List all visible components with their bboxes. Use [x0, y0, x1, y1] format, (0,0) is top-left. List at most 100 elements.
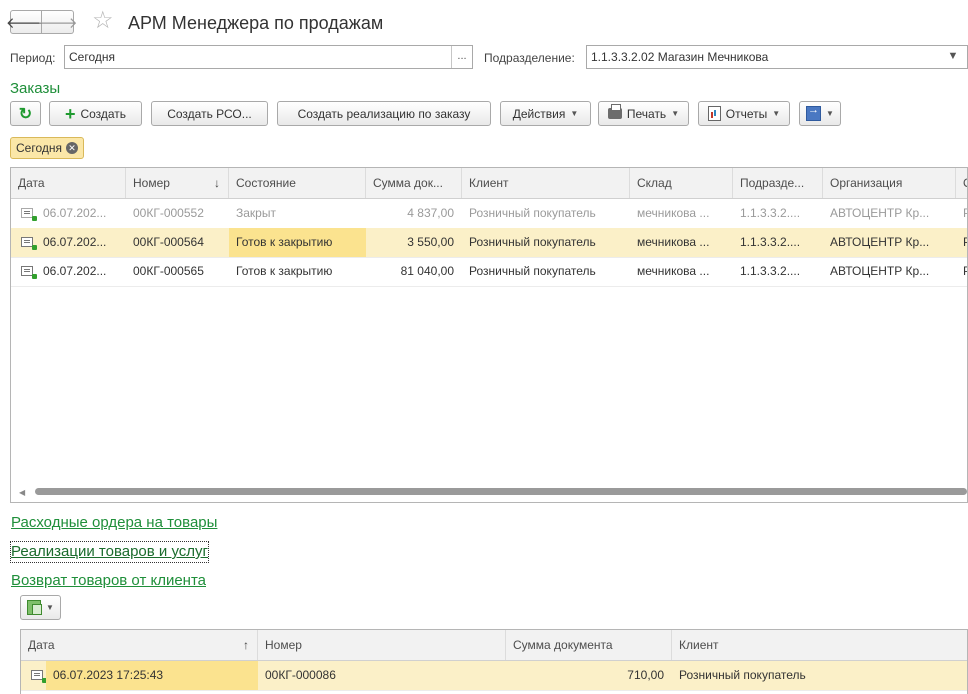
column-header-division[interactable]: Подразде...	[733, 168, 823, 198]
cell-more: Р	[956, 257, 967, 286]
column-header-number[interactable]: Номер ↓	[126, 168, 229, 198]
actions-button[interactable]: Действия ▼	[500, 101, 591, 126]
returns-table[interactable]: Дата ↑ Номер Сумма документа Клиент 06.07…	[20, 629, 968, 694]
cell-state: Готов к закрытию	[229, 228, 366, 257]
column-header-number-label: Номер	[133, 176, 170, 190]
filter-chip-today[interactable]: Сегодня ✕	[10, 137, 84, 159]
horizontal-scrollbar[interactable]	[35, 488, 967, 495]
column-header-organization[interactable]: Организация	[823, 168, 956, 198]
orders-table-header: Дата Номер ↓ Состояние Сумма док... Клиен…	[11, 168, 967, 199]
create-sale-button[interactable]: Создать реализацию по заказу	[277, 101, 491, 126]
arrow-right-icon: 🡒	[37, 14, 78, 32]
create-button[interactable]: + Создать	[49, 101, 142, 126]
table-row[interactable]: 06.07.202... 00КГ-000552 Закрыт 4 837,00…	[11, 199, 967, 229]
cell-more: Р	[956, 199, 967, 228]
refresh-button[interactable]: ↻	[10, 101, 41, 126]
cell-organization: АВТОЦЕНТР Кр...	[830, 264, 930, 278]
division-value: 1.1.3.3.2.02 Магазин Мечникова	[591, 50, 769, 64]
column-header-client[interactable]: Клиент	[462, 168, 630, 198]
column-header-number[interactable]: Номер	[258, 630, 506, 660]
document-icon	[31, 670, 47, 683]
chevron-down-icon: ▼	[570, 109, 579, 118]
actions-label: Действия	[512, 106, 566, 121]
create-rso-label: Создать РСО...	[167, 106, 252, 121]
print-label: Печать	[626, 106, 667, 121]
cell-client: Розничный покупатель	[469, 235, 596, 249]
reports-label: Отчеты	[725, 106, 768, 121]
chevron-down-icon[interactable]: ▼	[943, 46, 963, 68]
refresh-icon: ↻	[18, 105, 33, 123]
column-header-warehouse[interactable]: Склад	[630, 168, 733, 198]
document-icon	[21, 237, 37, 250]
column-header-date[interactable]: Дата ↑	[21, 630, 258, 660]
scroll-left-icon[interactable]: ◀	[19, 488, 25, 497]
division-label: Подразделение:	[484, 51, 575, 65]
create-rso-button[interactable]: Создать РСО...	[151, 101, 268, 126]
chevron-down-icon: ▼	[772, 109, 781, 118]
forward-button[interactable]: 🡒	[37, 10, 78, 34]
report-icon	[707, 106, 721, 121]
cell-organization: АВТОЦЕНТР Кр...	[830, 206, 930, 220]
document-icon	[21, 266, 37, 279]
column-header-more[interactable]: О	[956, 168, 967, 198]
outgoing-orders-link[interactable]: Расходные ордера на товары	[11, 513, 217, 533]
cell-amount: 3 550,00	[407, 235, 454, 249]
document-copy-icon	[27, 600, 43, 615]
plus-icon: +	[64, 103, 76, 124]
sort-up-icon: ↑	[243, 638, 249, 652]
table-row[interactable]: 06.07.202... 00КГ-000565 Готов к закрыти…	[11, 257, 967, 287]
close-icon[interactable]: ✕	[66, 142, 78, 154]
cell-state: Готов к закрытию	[236, 264, 333, 278]
print-button[interactable]: Печать ▼	[598, 101, 689, 126]
cell-date: 06.07.202...	[43, 235, 107, 249]
reports-button[interactable]: Отчеты ▼	[698, 101, 790, 126]
cell-number: 00КГ-000565	[133, 264, 204, 278]
table-row[interactable]: 06.07.2023 17:25:43 00КГ-000086 710,00 Р…	[21, 661, 967, 691]
sort-down-icon: ↓	[214, 176, 220, 190]
export-button[interactable]: ▼	[799, 101, 841, 126]
create-label: Создать	[80, 106, 127, 121]
cell-number: 00КГ-000552	[133, 206, 204, 220]
returns-link[interactable]: Возврат товаров от клиента	[11, 571, 206, 591]
filter-chip-label: Сегодня	[16, 141, 62, 155]
period-select-button[interactable]: ...	[451, 46, 472, 68]
orders-table[interactable]: Дата Номер ↓ Состояние Сумма док... Клиен…	[10, 167, 968, 503]
column-header-state[interactable]: Состояние	[229, 168, 366, 198]
cell-client: Розничный покупатель	[469, 264, 596, 278]
cell-number: 00КГ-000564	[133, 235, 204, 249]
cell-date: 06.07.2023 17:25:43	[46, 661, 258, 690]
division-field[interactable]: 1.1.3.3.2.02 Магазин Мечникова ▼	[586, 45, 968, 69]
chevron-down-icon: ▼	[826, 109, 834, 118]
period-label: Период:	[10, 51, 56, 65]
cell-warehouse: мечникова ...	[637, 235, 710, 249]
cell-date: 06.07.202...	[43, 206, 107, 220]
returns-table-header: Дата ↑ Номер Сумма документа Клиент	[21, 630, 967, 661]
column-header-date[interactable]: Дата	[11, 168, 126, 198]
column-header-amount[interactable]: Сумма документа	[506, 630, 672, 660]
cell-amount: 4 837,00	[407, 206, 454, 220]
export-icon	[806, 104, 822, 121]
cell-warehouse: мечникова ...	[637, 264, 710, 278]
column-header-client[interactable]: Клиент	[672, 630, 967, 660]
cell-state: Закрыт	[236, 206, 276, 220]
chevron-down-icon: ▼	[671, 109, 680, 118]
star-icon[interactable]: ☆	[92, 7, 114, 35]
cell-client: Розничный покупатель	[469, 206, 596, 220]
table-row[interactable]: 06.07.202... 00КГ-000564 Готов к закрыти…	[11, 228, 967, 258]
cell-more: Р	[956, 228, 967, 257]
cell-amount: 710,00	[627, 668, 664, 682]
returns-export-button[interactable]: ▼	[20, 595, 61, 620]
period-field[interactable]: Сегодня ...	[64, 45, 473, 69]
create-sale-label: Создать реализацию по заказу	[297, 106, 471, 121]
sales-link[interactable]: Реализации товаров и услуг	[9, 541, 210, 563]
cell-division: 1.1.3.3.2....	[740, 206, 801, 220]
cell-division: 1.1.3.3.2....	[740, 235, 801, 249]
column-header-date-label: Дата	[28, 638, 55, 652]
document-icon	[21, 208, 37, 221]
cell-warehouse: мечникова ...	[637, 206, 710, 220]
cell-client: Розничный покупатель	[679, 668, 806, 682]
cell-division: 1.1.3.3.2....	[740, 264, 801, 278]
printer-icon	[607, 104, 622, 119]
column-header-amount[interactable]: Сумма док...	[366, 168, 462, 198]
period-value: Сегодня	[69, 50, 115, 64]
